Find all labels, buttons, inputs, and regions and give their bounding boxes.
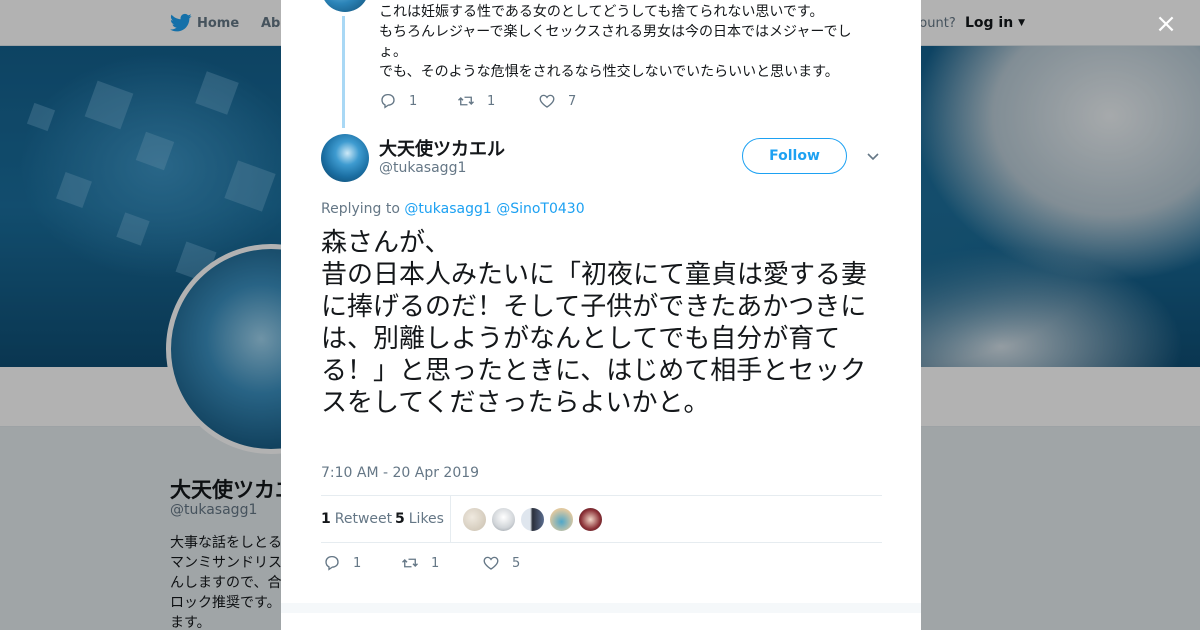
reply-icon [325, 555, 339, 571]
retweet-stat-count: 1 [321, 511, 331, 527]
retweet-stat-label: Retweet [334, 511, 393, 527]
tweet-actions: 1 1 5 [321, 553, 621, 575]
like-count: 5 [512, 555, 521, 571]
likes-stat-count: 5 [395, 511, 405, 527]
heart-icon [483, 556, 499, 570]
previous-tweet-actions: 1 1 7 [379, 91, 679, 111]
replying-to-label: Replying to [321, 201, 400, 217]
retweet-button[interactable]: 1 [457, 91, 495, 111]
author-name[interactable]: 大天使ツカエル [379, 135, 505, 161]
reply-count: 1 [409, 93, 418, 109]
retweet-icon [458, 96, 474, 106]
reply-icon [381, 93, 395, 109]
tweet-modal: これは妊娠する性である女のとしてどうしても捨てられない思いです。 もちろんレジャ… [281, 0, 921, 630]
thread-connector-line [342, 16, 345, 128]
tweet-text: 森さんが、 昔の日本人みたいに「初夜にて童貞は愛する妻に捧げるのだ！そして子供が… [321, 228, 868, 418]
tweet-timestamp[interactable]: 7:10 AM - 20 Apr 2019 [321, 465, 479, 481]
retweet-count: 1 [487, 93, 496, 109]
reply-button[interactable]: 1 [379, 91, 417, 111]
close-icon[interactable]: × [1154, 11, 1178, 37]
author-avatar[interactable] [321, 134, 369, 182]
previous-tweet-avatar[interactable] [321, 0, 369, 12]
liker-avatar[interactable] [578, 507, 603, 532]
liker-avatar[interactable] [491, 507, 516, 532]
replying-to-user-link[interactable]: @SinoT0430 [496, 201, 584, 217]
heart-icon [539, 94, 555, 108]
modal-footer-strip [281, 603, 921, 613]
reply-count: 1 [353, 555, 362, 571]
follow-button[interactable]: Follow [742, 138, 847, 174]
replying-to-line: Replying to @tukasagg1 @SinoT0430 [321, 201, 585, 217]
retweet-button[interactable]: 1 [401, 553, 439, 573]
like-button[interactable]: 7 [538, 91, 576, 111]
chevron-down-icon[interactable] [865, 148, 881, 164]
tweet-stats: 1 Retweet 5 Likes [321, 495, 882, 543]
stats-divider [450, 496, 451, 543]
retweet-count: 1 [431, 555, 440, 571]
previous-tweet-text: これは妊娠する性である女のとしてどうしても捨てられない思いです。 もちろんレジャ… [379, 4, 852, 80]
liker-avatar[interactable] [462, 507, 487, 532]
likes-stat-label: Likes [408, 511, 444, 527]
like-count: 7 [568, 93, 577, 109]
retweet-stat-link[interactable]: 1 Retweet [321, 511, 392, 527]
like-button[interactable]: 5 [482, 553, 520, 573]
retweet-icon [402, 558, 418, 568]
liker-avatar[interactable] [520, 507, 545, 532]
likes-stat-link[interactable]: 5 Likes [395, 511, 444, 527]
author-handle[interactable]: @tukasagg1 [379, 160, 466, 176]
liker-avatar[interactable] [549, 507, 574, 532]
reply-button[interactable]: 1 [323, 553, 361, 573]
replying-to-user-link[interactable]: @tukasagg1 [404, 201, 491, 217]
